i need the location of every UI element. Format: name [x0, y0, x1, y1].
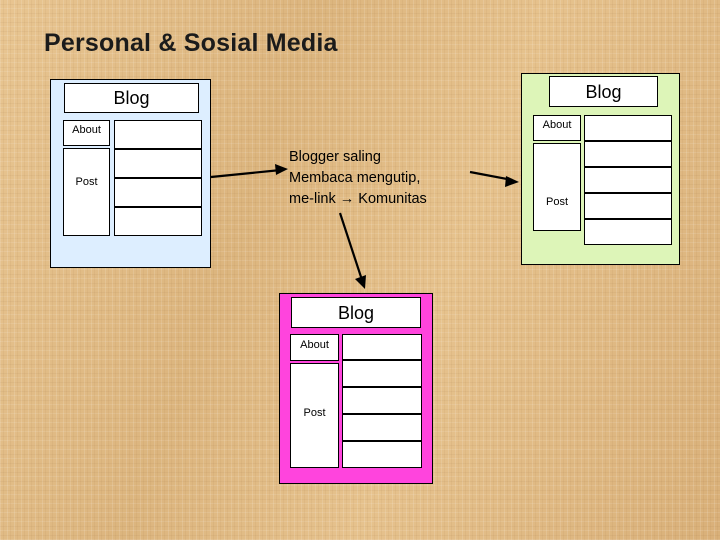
blog-card-right-post-box[interactable]	[533, 143, 581, 231]
page-title: Personal & Sosial Media	[44, 29, 338, 57]
blog-card-right-content-row	[584, 167, 672, 193]
blog-card-left-title: Blog	[64, 83, 199, 113]
blog-card-bottom-title: Blog	[291, 297, 421, 328]
blog-card-bottom-content-row	[342, 414, 422, 441]
slide-canvas: Personal & Sosial Media Blog About Post	[0, 0, 720, 540]
blog-card-right[interactable]: Blog About Post	[521, 73, 680, 265]
blog-card-bottom-about-label: About	[300, 339, 329, 351]
blog-card-right-content-row	[584, 193, 672, 219]
blog-card-bottom-content-row	[342, 441, 422, 468]
center-caption: Blogger saling Membaca mengutip, me-link…	[289, 147, 489, 210]
blog-card-left-content-row	[114, 178, 202, 207]
blog-card-right-content-row	[584, 115, 672, 141]
caption-line-3: me-link → Komunitas	[289, 191, 427, 208]
blog-card-left-post-label: Post	[75, 176, 98, 188]
blog-card-right-content-row	[584, 219, 672, 245]
blog-card-right-post-label: Post	[545, 196, 568, 208]
arrow-center-to-bottom	[338, 212, 366, 289]
blog-card-bottom-content-row	[342, 334, 422, 360]
blog-card-left[interactable]: Blog About Post	[50, 79, 211, 268]
blog-card-left-about-label: About	[72, 124, 101, 136]
blog-card-right-content-row	[584, 141, 672, 167]
blog-card-right-about-label: About	[542, 119, 572, 131]
blog-card-left-content-row	[114, 207, 202, 236]
blog-card-bottom-post-label: Post	[303, 407, 326, 419]
blog-card-left-content-row	[114, 149, 202, 178]
blog-card-left-post-box[interactable]	[63, 148, 110, 236]
caption-line-2: Membaca mengutip,	[289, 170, 421, 187]
blog-card-bottom[interactable]: Blog About Post	[279, 293, 433, 484]
blog-card-right-title: Blog	[549, 76, 658, 107]
blog-card-bottom-content-row	[342, 387, 422, 414]
arrow-left-to-center	[210, 164, 288, 179]
caption-line-1: Blogger saling	[289, 149, 381, 165]
blog-card-bottom-content-row	[342, 360, 422, 387]
blog-card-left-content-row	[114, 120, 202, 149]
